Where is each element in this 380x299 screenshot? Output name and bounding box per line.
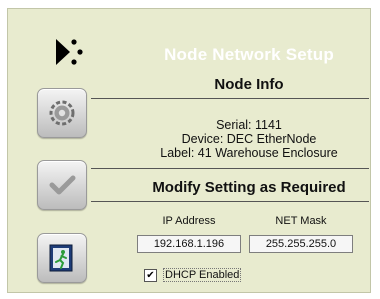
settings-button[interactable] xyxy=(37,88,87,138)
page-title: Node Network Setup xyxy=(164,45,334,64)
ip-address-input[interactable] xyxy=(137,235,241,253)
dhcp-option[interactable]: ✔ DHCP Enabled xyxy=(144,268,242,282)
modify-settings-title: Modify Setting as Required xyxy=(152,179,346,196)
dhcp-label[interactable]: DHCP Enabled xyxy=(163,268,242,282)
gear-icon xyxy=(49,100,75,126)
divider xyxy=(91,98,369,99)
checkmark-icon xyxy=(49,175,76,195)
serial-text: Serial: 1141 xyxy=(216,118,282,132)
dots-arrow-logo-icon xyxy=(56,39,83,65)
divider xyxy=(91,168,369,169)
apply-button[interactable] xyxy=(37,160,87,210)
net-mask-label: NET Mask xyxy=(275,215,327,227)
net-mask-input[interactable] xyxy=(249,235,353,253)
node-info-title: Node Info xyxy=(214,76,284,93)
ip-address-label: IP Address xyxy=(162,215,216,227)
label-text: Label: 41 Warehouse Enclosure xyxy=(160,146,338,160)
exit-button[interactable] xyxy=(37,233,87,283)
network-setup-panel: Node Network Setup Node Info Serial: 114… xyxy=(7,8,371,293)
dhcp-checkbox[interactable]: ✔ xyxy=(144,268,157,282)
exit-door-icon xyxy=(49,244,73,272)
device-text: Device: DEC EtherNode xyxy=(181,132,317,146)
divider xyxy=(91,201,369,202)
